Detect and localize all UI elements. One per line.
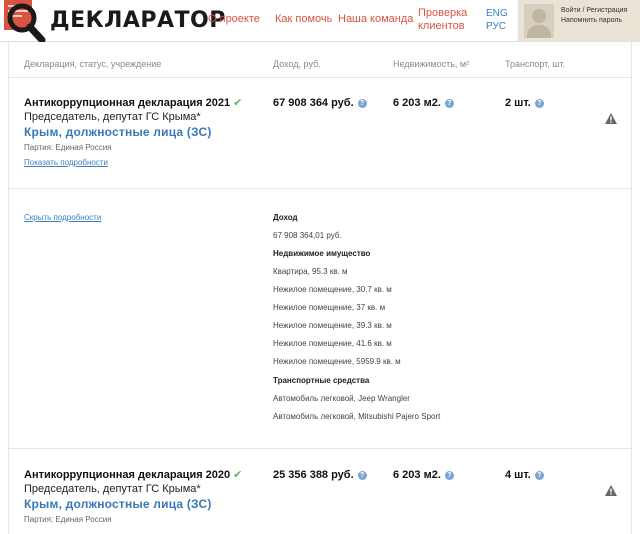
magnifier-document-icon <box>4 0 46 42</box>
site-logo[interactable]: ДЕКЛАРАТОР <box>0 0 225 42</box>
declaration-title-text: Антикоррупционная декларация 2020 <box>24 469 231 481</box>
details-realty-item: Квартира, 95.3 кв. м <box>273 267 348 276</box>
details-realty-item: Нежилое помещение, 5959.9 кв. м <box>273 357 401 366</box>
transport-text: 4 шт. <box>505 469 531 481</box>
remind-password-link[interactable]: Напомнить пароль <box>561 17 622 24</box>
info-icon[interactable]: ? <box>357 99 367 108</box>
declaration-party: Партия: Единая Россия <box>24 515 112 524</box>
column-income: Доход, руб. <box>273 59 321 69</box>
declaration-title-text: Антикоррупционная декларация 2021 <box>24 97 231 109</box>
details-realty-item: Нежилое помещение, 39.3 кв. м <box>273 321 392 330</box>
declaration-row: Антикоррупционная декларация 2020 ✔ Предс… <box>8 449 632 534</box>
transport-text: 2 шт. <box>505 97 531 109</box>
warning-icon[interactable] <box>605 113 617 124</box>
realty-value: 6 203 м2.? <box>393 97 454 109</box>
nav-about[interactable]: О проекте <box>208 13 260 26</box>
logo-text: ДЕКЛАРАТОР <box>50 8 226 33</box>
details-transport-heading: Транспортные средства <box>273 376 370 385</box>
user-links: Войти / Регистрация Напомнить пароль <box>561 6 627 26</box>
info-icon[interactable]: ? <box>357 471 367 480</box>
warning-icon[interactable] <box>605 485 617 496</box>
lang-eng[interactable]: ENG <box>486 8 508 19</box>
check-icon: ✔ <box>233 469 243 481</box>
table-header: Декларация, статус, учреждение Доход, ру… <box>8 42 632 78</box>
user-panel: Войти / Регистрация Напомнить пароль <box>518 0 640 42</box>
login-link[interactable]: Войти / Регистрация <box>561 7 627 14</box>
declaration-region[interactable]: Крым, должностные лица (ЗС) <box>24 125 212 139</box>
info-icon[interactable]: ? <box>444 99 454 108</box>
info-icon[interactable]: ? <box>444 471 454 480</box>
transport-value: 4 шт.? <box>505 469 544 481</box>
income-text: 25 356 388 руб. <box>273 469 354 481</box>
details-income-heading: Доход <box>273 213 298 222</box>
declaration-party: Партия: Единая Россия <box>24 143 112 152</box>
nav-check-clients[interactable]: Проверка клиентов <box>418 7 467 33</box>
declaration-row: Антикоррупционная декларация 2021 ✔ Предс… <box>8 78 632 189</box>
income-value: 25 356 388 руб.? <box>273 469 367 481</box>
details-realty-item: Нежилое помещение, 30.7 кв. м <box>273 285 392 294</box>
details-income-value: 67 908 364,01 руб. <box>273 231 342 240</box>
hide-details-link[interactable]: Скрыть подробности <box>24 213 101 222</box>
declaration-details: Скрыть подробности Доход 67 908 364,01 р… <box>8 189 632 449</box>
declaration-region[interactable]: Крым, должностные лица (ЗС) <box>24 497 212 511</box>
nav-team[interactable]: Наша команда <box>338 13 413 26</box>
transport-value: 2 шт.? <box>505 97 544 109</box>
declaration-position: Председатель, депутат ГС Крыма* <box>24 111 201 123</box>
realty-text: 6 203 м2. <box>393 469 441 481</box>
site-header: ДЕКЛАРАТОР О проекте Как помочь Наша ком… <box>0 0 640 42</box>
column-realty: Недвижимость, м² <box>393 59 470 69</box>
column-declaration: Декларация, статус, учреждение <box>24 59 162 69</box>
nav-help[interactable]: Как помочь <box>275 13 332 26</box>
income-value: 67 908 364 руб.? <box>273 97 367 109</box>
check-icon: ✔ <box>233 97 243 109</box>
realty-text: 6 203 м2. <box>393 97 441 109</box>
nav-check-line2: клиентов <box>418 20 465 32</box>
info-icon[interactable]: ? <box>534 471 544 480</box>
nav-check-line1: Проверка <box>418 7 468 19</box>
details-realty-item: Нежилое помещение, 41.6 кв. м <box>273 339 392 348</box>
lang-rus[interactable]: РУС <box>486 21 506 32</box>
info-icon[interactable]: ? <box>534 99 544 108</box>
realty-value: 6 203 м2.? <box>393 469 454 481</box>
column-transport: Транспорт, шт. <box>505 59 566 69</box>
show-details-link[interactable]: Показать подробности <box>24 158 108 167</box>
details-realty-heading: Недвижимое имущество <box>273 249 371 258</box>
details-transport-item: Автомобиль легковой, Mitsubishi Pajero S… <box>273 412 441 421</box>
details-transport-item: Автомобиль легковой, Jeep Wrangler <box>273 394 410 403</box>
declaration-title: Антикоррупционная декларация 2020 ✔ <box>24 468 242 481</box>
declaration-title: Антикоррупционная декларация 2021 ✔ <box>24 96 242 109</box>
declaration-position: Председатель, депутат ГС Крыма* <box>24 483 201 495</box>
income-text: 67 908 364 руб. <box>273 97 354 109</box>
details-realty-item: Нежилое помещение, 37 кв. м <box>273 303 386 312</box>
user-silhouette-icon <box>524 4 554 38</box>
